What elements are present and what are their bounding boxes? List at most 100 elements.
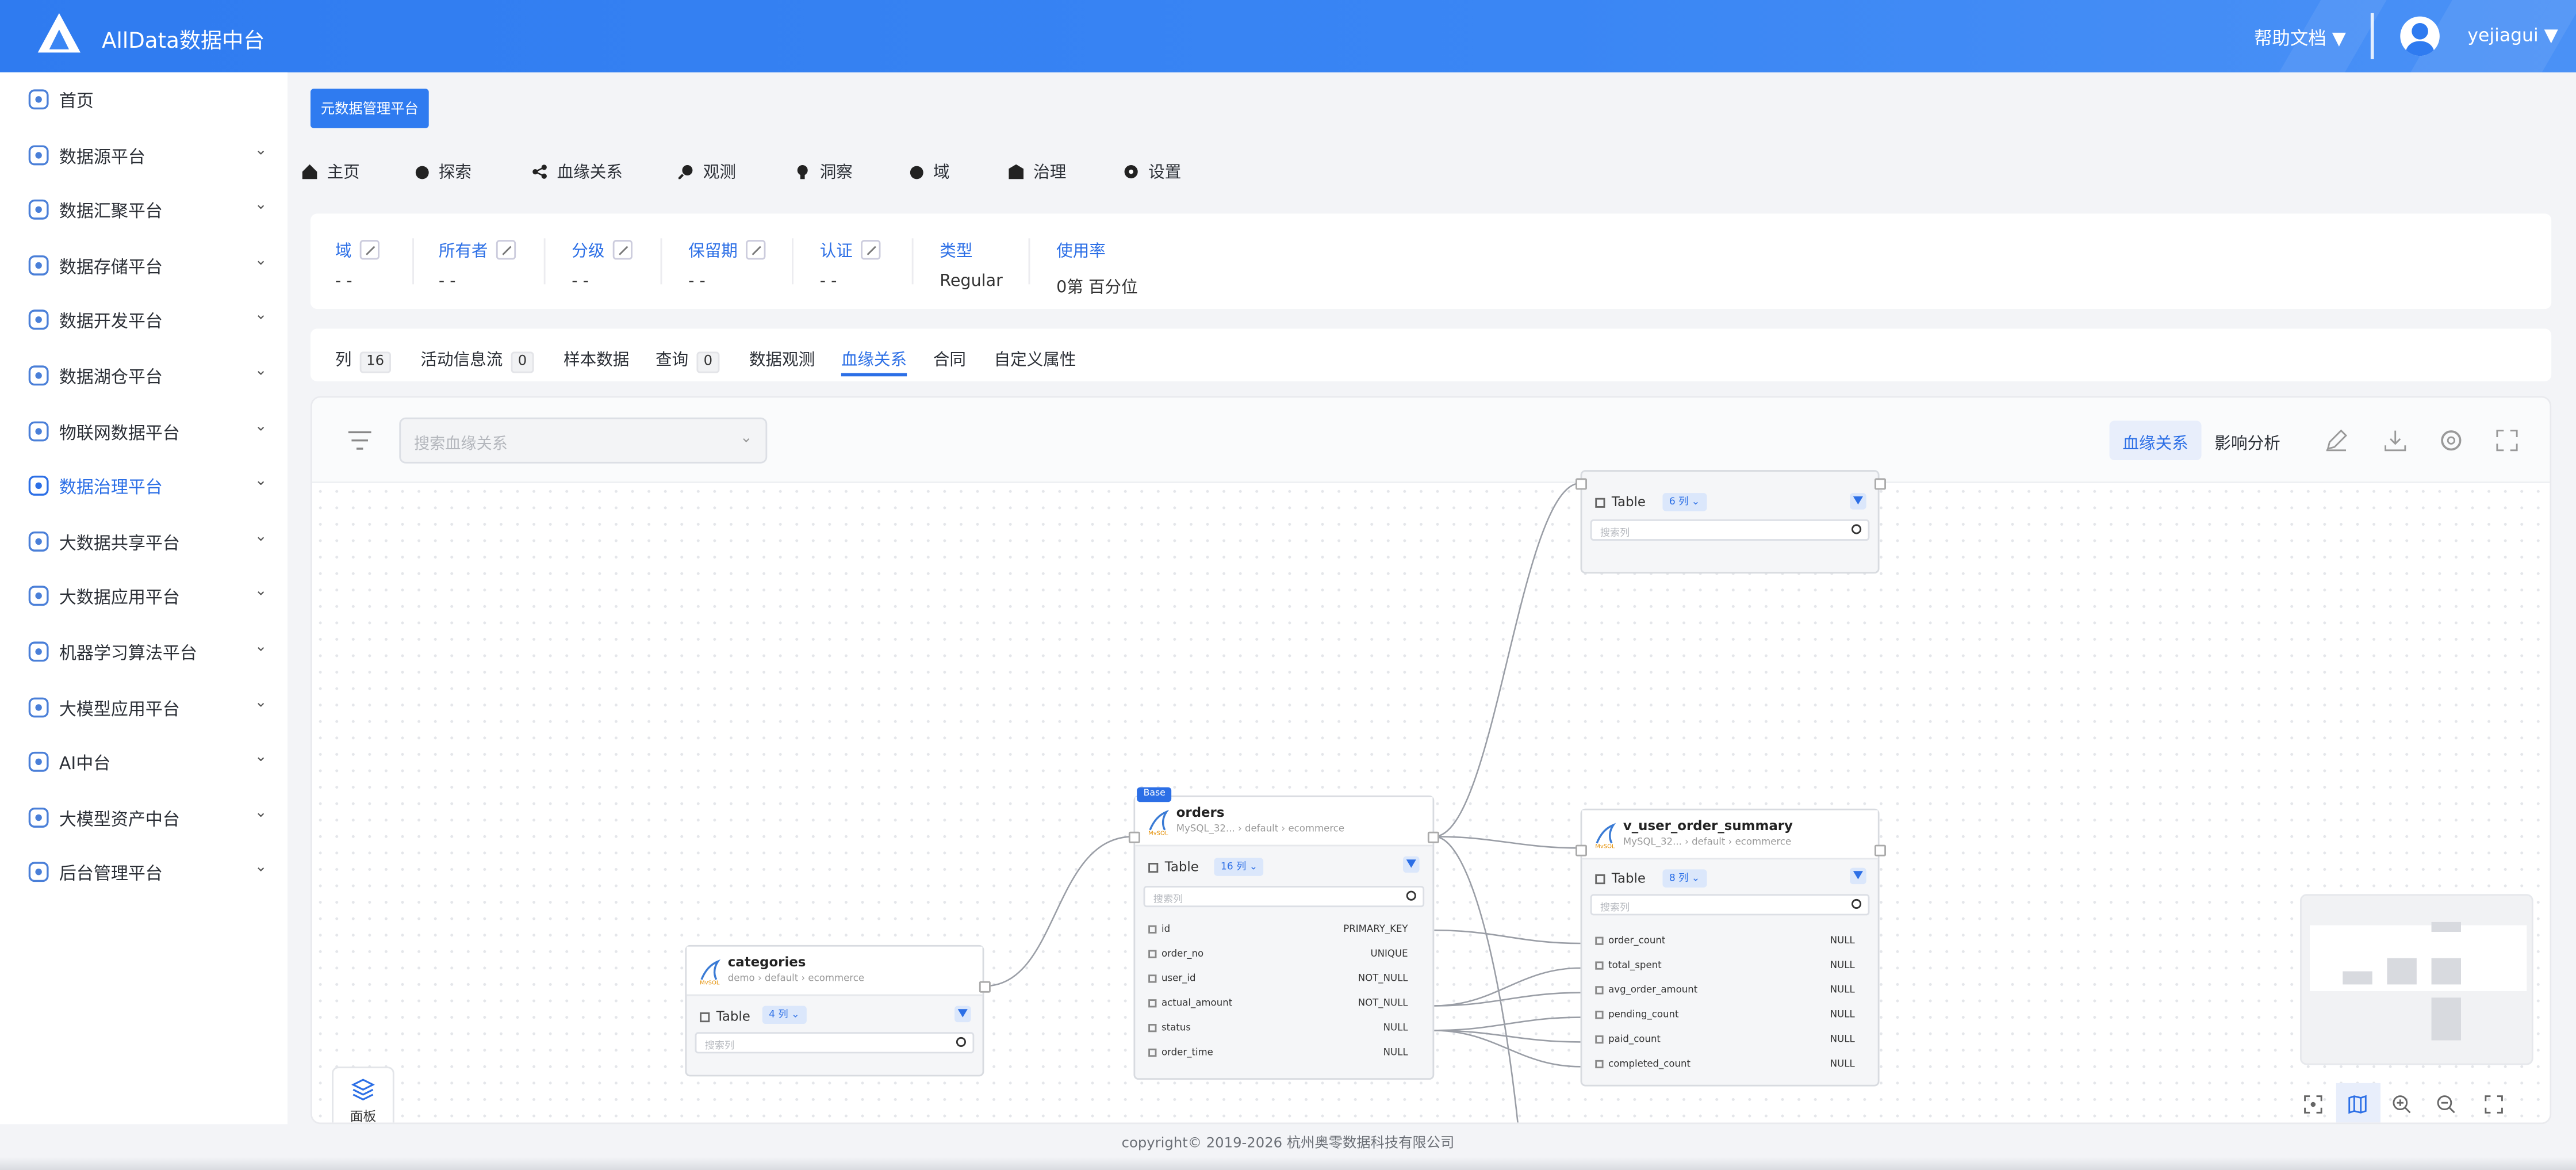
- node-handle-left[interactable]: [1128, 831, 1140, 843]
- column-row[interactable]: total_spent: [1595, 961, 1662, 972]
- nav-lineage[interactable]: 血缘关系: [532, 158, 623, 182]
- field-tier-label: 分级: [572, 243, 605, 262]
- nav-explore[interactable]: 探索: [415, 158, 471, 182]
- sidebar-item-7[interactable]: 数据治理平台 ⌄: [0, 459, 288, 513]
- chevron-down-icon: ⌄: [254, 750, 267, 766]
- column-row[interactable]: actual_amount: [1148, 999, 1232, 1009]
- column-row[interactable]: completed_count: [1595, 1060, 1690, 1070]
- sidebar-item-11[interactable]: 大模型应用平台 ⌄: [0, 680, 288, 734]
- field-domain: 域 - -: [335, 236, 379, 291]
- lineage-node-upstream-top[interactable]: Table 6 列 ⌄ 搜索列: [1575, 470, 1886, 574]
- lineage-canvas[interactable]: Table 6 列 ⌄ 搜索列 MySQL categories demo › …: [312, 470, 2550, 1123]
- node-handle-left[interactable]: [1575, 478, 1587, 490]
- tab-activity-feed[interactable]: 活动信息流 0: [420, 345, 534, 373]
- column-count-badge[interactable]: 8 列 ⌄: [1662, 869, 1707, 888]
- column-row[interactable]: status: [1148, 1024, 1191, 1034]
- zoom-in-button[interactable]: [2380, 1083, 2425, 1123]
- column-row[interactable]: pending_count: [1595, 1011, 1679, 1020]
- column-count-badge[interactable]: 4 列 ⌄: [762, 1005, 806, 1024]
- lineage-node-orders[interactable]: MySQL orders MySQL_32... › default › eco…: [1128, 787, 1439, 1080]
- user-avatar-icon[interactable]: [2400, 16, 2440, 56]
- canvas-fullscreen-button[interactable]: [2472, 1083, 2517, 1123]
- column-search-input[interactable]: 搜索列: [1143, 886, 1425, 908]
- download-icon[interactable]: [2384, 429, 2407, 452]
- sidebar-item-10[interactable]: 机器学习算法平台 ⌄: [0, 625, 288, 679]
- sidebar-item-2[interactable]: 数据汇聚平台 ⌄: [0, 183, 288, 237]
- edit-retention-icon[interactable]: [746, 240, 766, 260]
- tab-custom-properties[interactable]: 自定义属性: [994, 345, 1076, 369]
- tab-columns[interactable]: 列 16: [335, 345, 391, 373]
- sidebar-item-5[interactable]: 数据湖仓平台 ⌄: [0, 349, 288, 403]
- tab-sample-data[interactable]: 样本数据: [564, 345, 629, 369]
- zoom-out-button[interactable]: [2425, 1083, 2469, 1123]
- sidebar-item-13[interactable]: 大模型资产中台 ⌄: [0, 790, 288, 844]
- column-row[interactable]: order_no: [1148, 950, 1203, 960]
- column-search-input[interactable]: 搜索列: [1590, 519, 1870, 541]
- tab-lineage[interactable]: 血缘关系: [841, 345, 907, 377]
- column-filter-icon[interactable]: [1850, 493, 1866, 510]
- sidebar-item-3[interactable]: 数据存储平台 ⌄: [0, 238, 288, 292]
- column-row[interactable]: order_time: [1148, 1048, 1213, 1058]
- node-handle-right[interactable]: [1874, 844, 1886, 857]
- explore-icon: [415, 166, 429, 179]
- node-handle-right[interactable]: [979, 981, 991, 993]
- fullscreen-icon[interactable]: [2496, 429, 2518, 452]
- edit-owner-icon[interactable]: [496, 240, 516, 260]
- sidebar-item-6[interactable]: 物联网数据平台 ⌄: [0, 404, 288, 458]
- sidebar-item-9[interactable]: 大数据应用平台 ⌄: [0, 569, 288, 624]
- sidebar-item-4[interactable]: 数据开发平台 ⌄: [0, 293, 288, 347]
- column-row[interactable]: order_count: [1595, 936, 1665, 947]
- nav-governance[interactable]: 治理: [1009, 158, 1066, 182]
- nav-insights[interactable]: 洞察: [795, 158, 853, 182]
- lineage-node-categories[interactable]: MySQL categories demo › default › ecomme…: [685, 945, 991, 1077]
- tab-lineage-label: 血缘关系: [841, 351, 907, 370]
- nav-settings[interactable]: 设置: [1124, 158, 1181, 182]
- nav-domain[interactable]: 域: [910, 158, 949, 182]
- sidebar-item-14[interactable]: 后台管理平台 ⌄: [0, 846, 288, 900]
- tab-queries[interactable]: 查询 0: [656, 345, 720, 373]
- help-docs-menu[interactable]: 帮助文档 ▼: [2254, 25, 2346, 51]
- column-name: order_time: [1162, 1048, 1213, 1058]
- column-count-badge[interactable]: 16 列 ⌄: [1214, 858, 1264, 876]
- sidebar-item-8[interactable]: 大数据共享平台 ⌄: [0, 514, 288, 568]
- column-filter-icon[interactable]: [1850, 867, 1866, 885]
- edit-domain-icon[interactable]: [359, 240, 379, 260]
- nav-observe[interactable]: 观测: [677, 158, 736, 182]
- fit-view-button[interactable]: [2292, 1083, 2336, 1123]
- column-search-input[interactable]: 搜索列: [1590, 894, 1870, 916]
- sidebar-item-0[interactable]: 首页: [0, 72, 288, 127]
- lineage-minimap[interactable]: [2300, 894, 2533, 1065]
- column-count-badge[interactable]: 6 列 ⌄: [1662, 493, 1707, 511]
- column-row[interactable]: user_id: [1148, 974, 1196, 985]
- filter-lines-icon[interactable]: [348, 431, 371, 450]
- layers-panel-button[interactable]: 面板: [332, 1066, 394, 1123]
- tab-contract[interactable]: 合同: [933, 345, 966, 369]
- sidebar-item-1[interactable]: 数据源平台 ⌄: [0, 128, 288, 182]
- nav-home[interactable]: 主页: [302, 158, 360, 182]
- sidebar-item-12[interactable]: AI中台 ⌄: [0, 735, 288, 789]
- mode-impact-button[interactable]: 影响分析: [2202, 420, 2294, 460]
- edit-tier-icon[interactable]: [612, 240, 632, 260]
- settings-icon[interactable]: [2440, 429, 2463, 452]
- main-content: 元数据管理平台 主页 探索 血缘关系 观测 洞察 域 治理 设置 域 - - 所有…: [288, 72, 2576, 1125]
- node-handle-left[interactable]: [1575, 844, 1587, 857]
- node-handle-right[interactable]: [1427, 831, 1439, 843]
- alldata-logo-icon[interactable]: [36, 10, 82, 56]
- mode-lineage-button[interactable]: 血缘关系: [2109, 420, 2202, 460]
- tab-data-observability[interactable]: 数据观测: [749, 345, 815, 369]
- minimap-toggle-button[interactable]: [2336, 1083, 2380, 1123]
- column-row[interactable]: id: [1148, 925, 1170, 935]
- column-filter-icon[interactable]: [1403, 856, 1420, 873]
- user-menu[interactable]: yejiagui ▼: [2467, 25, 2558, 46]
- column-row[interactable]: paid_count: [1595, 1035, 1661, 1045]
- metadata-platform-button[interactable]: 元数据管理平台: [310, 89, 429, 128]
- lineage-search-select[interactable]: 搜索血缘关系 ⌄: [399, 417, 768, 464]
- column-name: user_id: [1162, 974, 1196, 985]
- edit-certification-icon[interactable]: [861, 240, 881, 260]
- lineage-node-v-user-order-summary[interactable]: MySQL v_user_order_summary MySQL_32... ›…: [1575, 808, 1886, 1087]
- edit-icon[interactable]: [2325, 429, 2348, 452]
- column-filter-icon[interactable]: [954, 1005, 971, 1023]
- node-handle-right[interactable]: [1874, 478, 1886, 490]
- column-row[interactable]: avg_order_amount: [1595, 986, 1697, 996]
- column-search-input[interactable]: 搜索列: [695, 1032, 975, 1054]
